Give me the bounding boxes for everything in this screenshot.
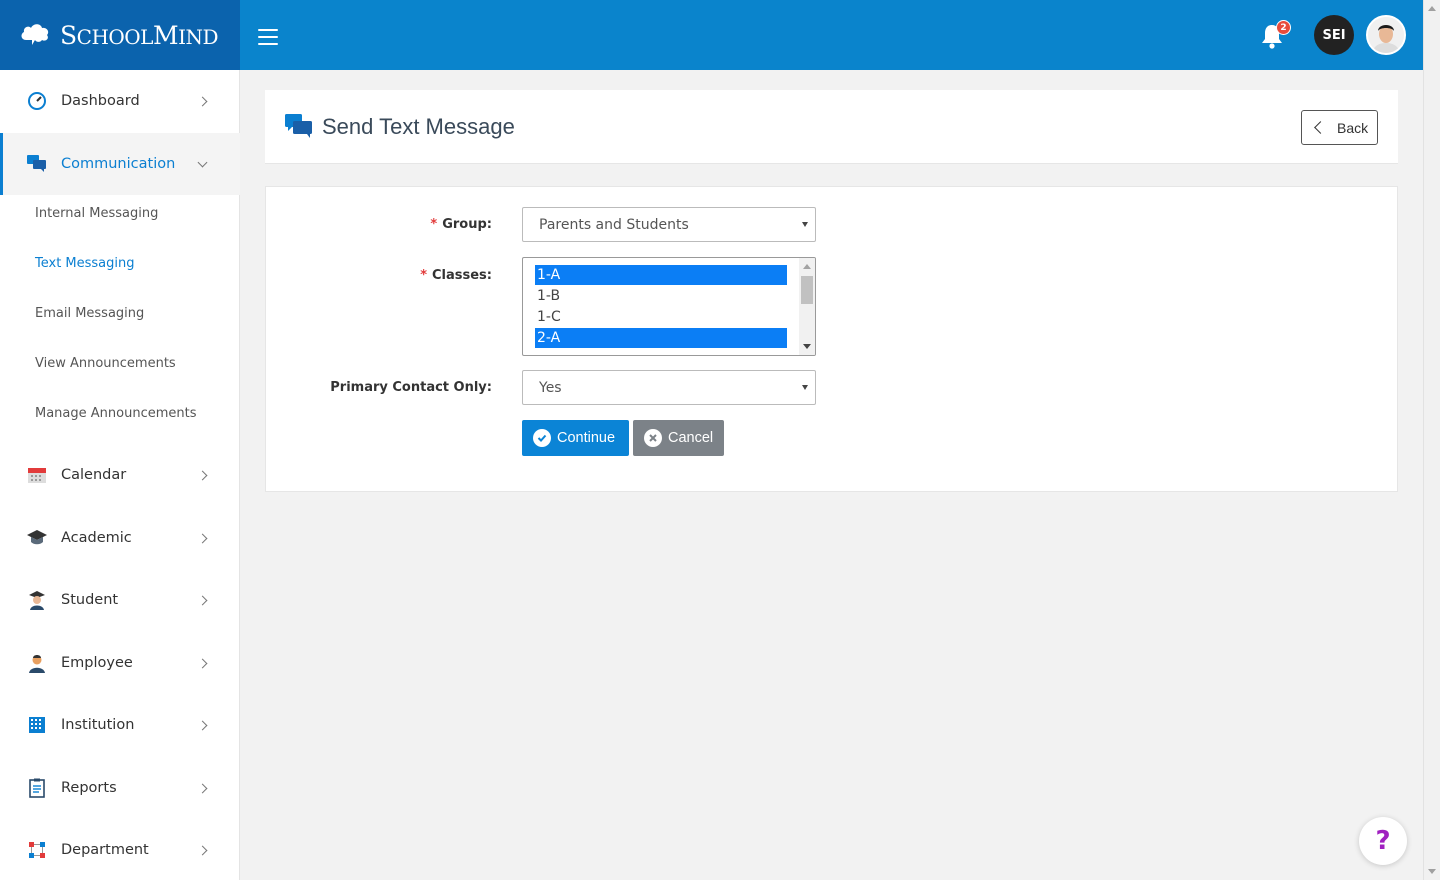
page-scrollbar[interactable]	[1423, 0, 1440, 880]
brain-cloud-icon	[21, 24, 49, 45]
brand-name: SCHOOLMIND	[60, 20, 219, 50]
sidebar-sub-manage-announcements[interactable]: Manage Announcements	[35, 406, 197, 421]
menu-toggle-icon[interactable]	[258, 29, 278, 45]
calendar-icon	[28, 468, 46, 483]
class-option-1b[interactable]: 1-B	[535, 286, 787, 306]
chevron-right-icon	[197, 845, 208, 855]
chevron-right-icon	[197, 533, 208, 543]
sidebar-item-academic[interactable]: Academic	[0, 507, 240, 569]
sidebar-sub-email-messaging[interactable]: Email Messaging	[35, 306, 144, 321]
notification-count-badge: 2	[1276, 20, 1291, 35]
sidebar-item-dashboard[interactable]: Dashboard	[0, 70, 240, 132]
sidebar-sub-internal-messaging[interactable]: Internal Messaging	[35, 206, 158, 221]
clipboard-report-icon	[29, 778, 45, 798]
chat-bubbles-icon	[27, 155, 46, 172]
chevron-right-icon	[197, 658, 208, 668]
brand-logo[interactable]: SCHOOLMIND	[0, 0, 240, 70]
dashboard-gauge-icon	[28, 92, 46, 110]
department-network-icon	[29, 842, 45, 858]
sidebar-item-calendar[interactable]: Calendar	[0, 444, 240, 506]
help-button[interactable]: ?	[1359, 817, 1407, 865]
classes-scrollbar[interactable]	[799, 258, 815, 355]
user-photo-icon	[1368, 17, 1404, 53]
page-header: Send Text Message Back	[265, 90, 1398, 164]
chevron-right-icon	[197, 470, 208, 480]
sidebar-item-employee[interactable]: Employee	[0, 632, 240, 694]
send-text-form: * Group: Parents and Students * Classes: 1…	[265, 186, 1398, 492]
graduation-cap-icon	[27, 530, 47, 545]
dropdown-caret-icon	[802, 222, 808, 227]
sidebar-item-institution[interactable]: Institution	[0, 694, 240, 756]
chat-bubbles-icon	[285, 114, 312, 138]
check-circle-icon	[533, 429, 551, 447]
employee-icon	[29, 655, 45, 673]
sidebar-item-communication[interactable]: Communication	[0, 133, 240, 195]
cancel-button[interactable]: Cancel	[633, 420, 724, 456]
back-button[interactable]: Back	[1301, 110, 1378, 145]
user-photo-avatar[interactable]	[1366, 15, 1406, 55]
class-option-1a[interactable]: 1-A	[535, 265, 787, 285]
student-icon	[29, 591, 45, 610]
sidebar-item-department[interactable]: Department	[0, 819, 240, 880]
primary-contact-label: Primary Contact Only:	[330, 380, 492, 395]
chevron-down-icon	[197, 157, 208, 167]
building-icon	[29, 717, 45, 733]
group-select[interactable]: Parents and Students	[522, 207, 816, 242]
classes-label: * Classes:	[420, 268, 492, 283]
class-option-1c[interactable]: 1-C	[535, 307, 787, 327]
chevron-right-icon	[197, 96, 208, 106]
continue-button[interactable]: Continue	[522, 420, 629, 456]
user-initials-avatar[interactable]: SEI	[1314, 15, 1354, 55]
page-title: Send Text Message	[322, 114, 515, 139]
sidebar-item-student[interactable]: Student	[0, 569, 240, 631]
chevron-left-icon	[1314, 121, 1327, 134]
chevron-right-icon	[197, 783, 208, 793]
class-option-next[interactable]	[535, 349, 787, 355]
chevron-right-icon	[197, 595, 208, 605]
sidebar-sub-view-announcements[interactable]: View Announcements	[35, 356, 176, 371]
sidebar: Dashboard Communication Internal Messagi…	[0, 70, 240, 880]
sidebar-item-reports[interactable]: Reports	[0, 757, 240, 819]
dropdown-caret-icon	[802, 385, 808, 390]
classes-multiselect[interactable]: 1-A 1-B 1-C 2-A	[522, 257, 816, 356]
sidebar-sub-text-messaging[interactable]: Text Messaging	[35, 256, 135, 271]
class-option-2a[interactable]: 2-A	[535, 328, 787, 348]
chevron-right-icon	[197, 720, 208, 730]
group-label: * Group:	[430, 217, 492, 232]
close-circle-icon	[644, 429, 662, 447]
primary-contact-select[interactable]: Yes	[522, 370, 816, 405]
